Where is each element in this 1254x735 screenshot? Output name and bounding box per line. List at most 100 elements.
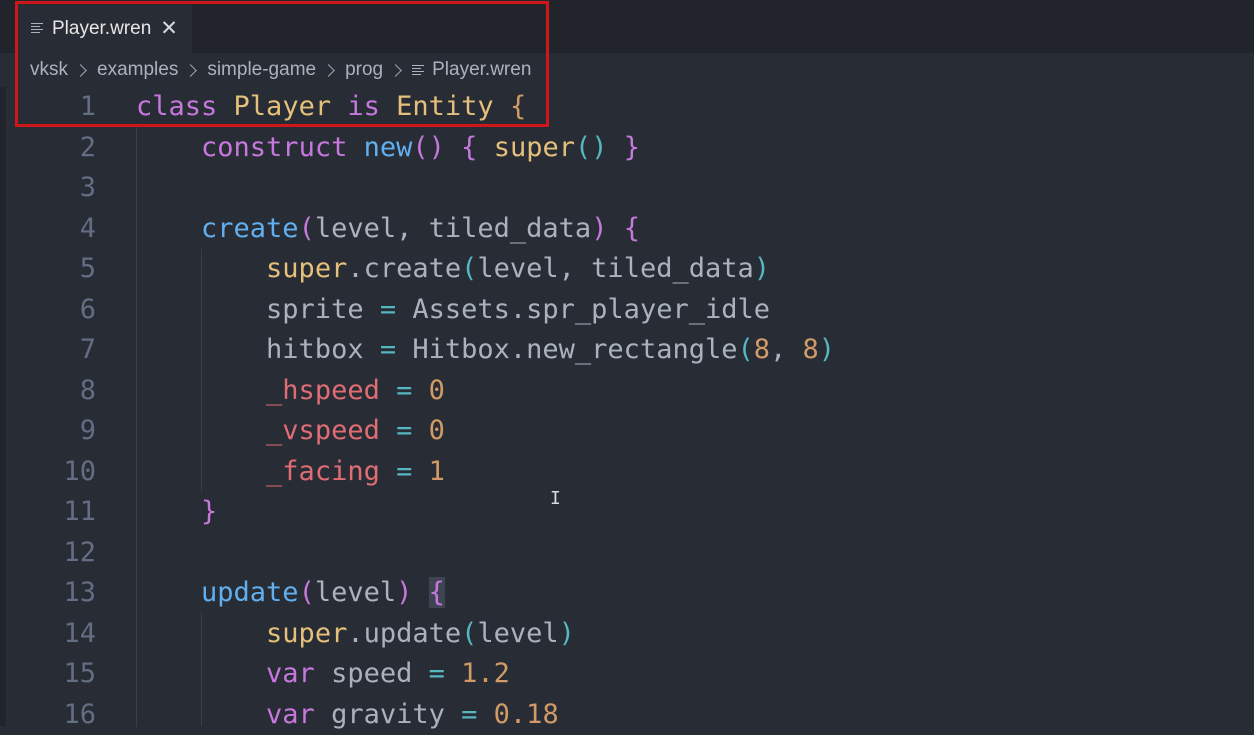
code-text: _facing = 1 [136, 452, 445, 493]
code-token: } [624, 132, 640, 163]
code-token: _facing [266, 456, 380, 487]
code-text: update(level) { [136, 573, 445, 614]
code-line[interactable]: 8 _hspeed = 0 [0, 371, 1254, 412]
code-token: = [429, 658, 445, 689]
code-line[interactable]: 4 create(level, tiled_data) { [0, 209, 1254, 250]
code-line[interactable]: 12 [0, 533, 1254, 574]
code-line[interactable]: 15 var speed = 1.2 [0, 654, 1254, 695]
code-token: ) [559, 618, 575, 649]
code-token [380, 415, 396, 446]
code-token: level, tiled_data [315, 213, 591, 244]
line-number: 16 [20, 695, 96, 735]
code-token [136, 496, 201, 527]
code-token: super [266, 253, 347, 284]
code-token: 0 [429, 415, 445, 446]
code-text: super.create(level, tiled_data) [136, 249, 770, 290]
code-token: Hitbox.new_rectangle [396, 334, 737, 365]
code-line[interactable]: 13 update(level) { [0, 573, 1254, 614]
code-token: 1.2 [461, 658, 510, 689]
code-token [136, 375, 266, 406]
code-line[interactable]: 7 hitbox = Hitbox.new_rectangle(8, 8) [0, 330, 1254, 371]
code-line[interactable]: 16 var gravity = 0.18 [0, 695, 1254, 735]
code-token: Assets.spr_player_idle [396, 294, 770, 325]
code-token: } [201, 496, 217, 527]
code-token: _hspeed [266, 375, 380, 406]
code-line[interactable]: 5 super.create(level, tiled_data) [0, 249, 1254, 290]
line-number: 8 [20, 371, 96, 412]
code-token: ) [819, 334, 835, 365]
code-text: create(level, tiled_data) { [136, 209, 640, 250]
code-token: = [380, 334, 396, 365]
text-cursor-icon: I [550, 488, 561, 509]
code-token [412, 375, 428, 406]
code-token [380, 375, 396, 406]
code-token [608, 132, 624, 163]
code-token: construct [201, 132, 347, 163]
line-number: 3 [20, 168, 96, 209]
code-token [136, 577, 201, 608]
code-text: var gravity = 0.18 [136, 695, 559, 735]
code-text: super.update(level) [136, 614, 575, 655]
code-token: = [461, 699, 477, 730]
code-line[interactable]: 10 _facing = 1 [0, 452, 1254, 493]
line-number: 10 [20, 452, 96, 493]
code-token: create [201, 213, 299, 244]
code-token: level, tiled_data [477, 253, 753, 284]
line-number: 12 [20, 533, 96, 574]
code-token [347, 132, 363, 163]
code-token: 8 [754, 334, 770, 365]
code-text: sprite = Assets.spr_player_idle [136, 290, 770, 331]
code-line[interactable]: 9 _vspeed = 0 [0, 411, 1254, 452]
code-token: ) [591, 213, 607, 244]
line-number: 2 [20, 128, 96, 169]
code-token [136, 699, 266, 730]
code-token [136, 618, 266, 649]
line-number: 14 [20, 614, 96, 655]
code-token [445, 132, 461, 163]
code-text: _vspeed = 0 [136, 411, 445, 452]
code-token: sprite [136, 294, 380, 325]
code-text: } [136, 492, 217, 533]
code-line[interactable]: 2 construct new() { super() } [0, 128, 1254, 169]
code-token: super [494, 132, 575, 163]
code-token [477, 132, 493, 163]
code-token: ( [737, 334, 753, 365]
code-token [136, 132, 201, 163]
line-number: 6 [20, 290, 96, 331]
code-token: = [396, 415, 412, 446]
code-token [380, 456, 396, 487]
code-token: { [624, 213, 640, 244]
code-text: construct new() { super() } [136, 128, 640, 169]
code-token: = [396, 375, 412, 406]
line-number: 13 [20, 573, 96, 614]
code-token: hitbox [136, 334, 380, 365]
line-number: 15 [20, 654, 96, 695]
code-editor[interactable]: 1class Player is Entity {2 construct new… [0, 87, 1254, 726]
code-token: .update [347, 618, 461, 649]
code-token: () [412, 132, 445, 163]
code-token: = [396, 456, 412, 487]
code-token: super [266, 618, 347, 649]
code-token: ) [396, 577, 412, 608]
code-line[interactable]: 3 [0, 168, 1254, 209]
code-token: ( [299, 213, 315, 244]
code-token: .create [347, 253, 461, 284]
code-token: level [315, 577, 396, 608]
code-token: , [770, 334, 803, 365]
code-line[interactable]: 14 super.update(level) [0, 614, 1254, 655]
code-token: 0 [429, 375, 445, 406]
code-token: level [477, 618, 558, 649]
code-line[interactable]: 6 sprite = Assets.spr_player_idle [0, 290, 1254, 331]
code-token [412, 415, 428, 446]
code-token [136, 253, 266, 284]
code-text: hitbox = Hitbox.new_rectangle(8, 8) [136, 330, 835, 371]
code-line[interactable]: 11 } [0, 492, 1254, 533]
line-number: 11 [20, 492, 96, 533]
code-token: { [429, 577, 445, 608]
code-token: ( [461, 253, 477, 284]
code-token: _vspeed [266, 415, 380, 446]
code-token: var [266, 658, 315, 689]
code-token [412, 577, 428, 608]
code-token: 1 [429, 456, 445, 487]
code-token [136, 415, 266, 446]
